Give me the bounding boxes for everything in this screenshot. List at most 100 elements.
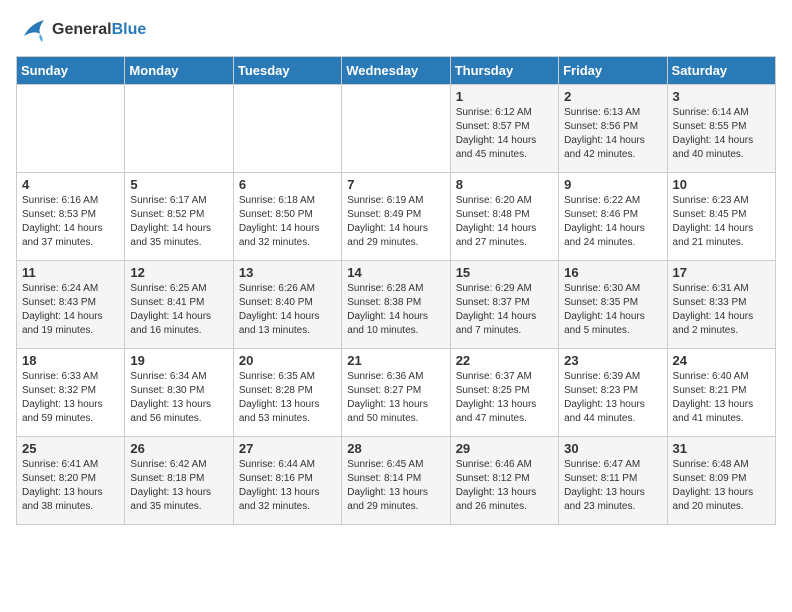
day-info: Sunrise: 6:40 AM Sunset: 8:21 PM Dayligh… [673,370,770,426]
calendar-cell: 2 Sunrise: 6:13 AM Sunset: 8:56 PM Daylig… [559,85,667,173]
day-number: 13 [239,265,336,280]
calendar-cell: 13 Sunrise: 6:26 AM Sunset: 8:40 PM Dayli… [233,261,341,349]
day-number: 15 [456,265,553,280]
day-info: Sunrise: 6:26 AM Sunset: 8:40 PM Dayligh… [239,282,336,338]
day-number: 21 [347,353,444,368]
day-number: 9 [564,177,661,192]
day-info: Sunrise: 6:25 AM Sunset: 8:41 PM Dayligh… [130,282,227,338]
day-number: 1 [456,89,553,104]
calendar-cell: 25 Sunrise: 6:41 AM Sunset: 8:20 PM Dayli… [17,437,125,525]
calendar-cell: 16 Sunrise: 6:30 AM Sunset: 8:35 PM Dayli… [559,261,667,349]
day-number: 5 [130,177,227,192]
day-number: 22 [456,353,553,368]
day-number: 18 [22,353,119,368]
logo-text: GeneralBlue [52,21,146,39]
calendar-cell: 26Sunrise: 6:42 AM Sunset: 8:18 PM Dayli… [125,437,233,525]
calendar-cell: 22 Sunrise: 6:37 AM Sunset: 8:25 PM Dayli… [450,349,558,437]
calendar-cell: 8 Sunrise: 6:20 AM Sunset: 8:48 PM Daylig… [450,173,558,261]
logo-icon [16,16,48,44]
day-info: Sunrise: 6:13 AM Sunset: 8:56 PM Dayligh… [564,106,661,162]
day-info: Sunrise: 6:22 AM Sunset: 8:46 PM Dayligh… [564,194,661,250]
day-number: 10 [673,177,770,192]
calendar-cell: 4 Sunrise: 6:16 AM Sunset: 8:53 PM Daylig… [17,173,125,261]
day-number: 12 [130,265,227,280]
header-thursday: Thursday [450,57,558,85]
calendar-cell: 31 Sunrise: 6:48 AM Sunset: 8:09 PM Dayli… [667,437,775,525]
day-info: Sunrise: 6:46 AM Sunset: 8:12 PM Dayligh… [456,458,553,514]
calendar-cell: 7Sunrise: 6:19 AM Sunset: 8:49 PM Daylig… [342,173,450,261]
day-number: 23 [564,353,661,368]
day-number: 24 [673,353,770,368]
calendar-cell: 21 Sunrise: 6:36 AM Sunset: 8:27 PM Dayli… [342,349,450,437]
day-info: Sunrise: 6:41 AM Sunset: 8:20 PM Dayligh… [22,458,119,514]
header-monday: Monday [125,57,233,85]
day-info: Sunrise: 6:48 AM Sunset: 8:09 PM Dayligh… [673,458,770,514]
calendar-cell: 19Sunrise: 6:34 AM Sunset: 8:30 PM Dayli… [125,349,233,437]
calendar-cell [233,85,341,173]
day-number: 29 [456,441,553,456]
calendar-cell: 27 Sunrise: 6:44 AM Sunset: 8:16 PM Dayli… [233,437,341,525]
calendar-cell: 11 Sunrise: 6:24 AM Sunset: 8:43 PM Dayli… [17,261,125,349]
logo: GeneralBlue [16,16,146,44]
calendar-cell: 10 Sunrise: 6:23 AM Sunset: 8:45 PM Dayli… [667,173,775,261]
day-number: 14 [347,265,444,280]
day-number: 16 [564,265,661,280]
calendar-cell [17,85,125,173]
day-number: 7 [347,177,444,192]
day-number: 17 [673,265,770,280]
day-number: 3 [673,89,770,104]
day-info: Sunrise: 6:42 AM Sunset: 8:18 PM Dayligh… [130,458,227,514]
day-number: 11 [22,265,119,280]
day-info: Sunrise: 6:24 AM Sunset: 8:43 PM Dayligh… [22,282,119,338]
day-info: Sunrise: 6:36 AM Sunset: 8:27 PM Dayligh… [347,370,444,426]
day-info: Sunrise: 6:20 AM Sunset: 8:48 PM Dayligh… [456,194,553,250]
header-friday: Friday [559,57,667,85]
week-row-3: 11 Sunrise: 6:24 AM Sunset: 8:43 PM Dayli… [17,261,776,349]
day-info: Sunrise: 6:23 AM Sunset: 8:45 PM Dayligh… [673,194,770,250]
calendar-cell: 14 Sunrise: 6:28 AM Sunset: 8:38 PM Dayli… [342,261,450,349]
day-info: Sunrise: 6:33 AM Sunset: 8:32 PM Dayligh… [22,370,119,426]
calendar-cell [342,85,450,173]
day-number: 30 [564,441,661,456]
week-row-1: 1 Sunrise: 6:12 AM Sunset: 8:57 PM Daylig… [17,85,776,173]
calendar-cell: 1 Sunrise: 6:12 AM Sunset: 8:57 PM Daylig… [450,85,558,173]
day-info: Sunrise: 6:16 AM Sunset: 8:53 PM Dayligh… [22,194,119,250]
day-number: 4 [22,177,119,192]
calendar-table: SundayMondayTuesdayWednesdayThursdayFrid… [16,56,776,525]
calendar-cell: 30 Sunrise: 6:47 AM Sunset: 8:11 PM Dayli… [559,437,667,525]
day-info: Sunrise: 6:47 AM Sunset: 8:11 PM Dayligh… [564,458,661,514]
day-number: 2 [564,89,661,104]
day-number: 28 [347,441,444,456]
header-tuesday: Tuesday [233,57,341,85]
calendar-cell: 29 Sunrise: 6:46 AM Sunset: 8:12 PM Dayli… [450,437,558,525]
day-info: Sunrise: 6:39 AM Sunset: 8:23 PM Dayligh… [564,370,661,426]
day-info: Sunrise: 6:35 AM Sunset: 8:28 PM Dayligh… [239,370,336,426]
calendar-cell: 5Sunrise: 6:17 AM Sunset: 8:52 PM Daylig… [125,173,233,261]
calendar-cell: 18 Sunrise: 6:33 AM Sunset: 8:32 PM Dayli… [17,349,125,437]
calendar-cell: 28 Sunrise: 6:45 AM Sunset: 8:14 PM Dayli… [342,437,450,525]
calendar-cell: 20Sunrise: 6:35 AM Sunset: 8:28 PM Dayli… [233,349,341,437]
header-wednesday: Wednesday [342,57,450,85]
calendar-cell [125,85,233,173]
week-row-5: 25 Sunrise: 6:41 AM Sunset: 8:20 PM Dayli… [17,437,776,525]
calendar-cell: 15 Sunrise: 6:29 AM Sunset: 8:37 PM Dayli… [450,261,558,349]
header-sunday: Sunday [17,57,125,85]
day-number: 8 [456,177,553,192]
day-info: Sunrise: 6:30 AM Sunset: 8:35 PM Dayligh… [564,282,661,338]
day-info: Sunrise: 6:31 AM Sunset: 8:33 PM Dayligh… [673,282,770,338]
day-number: 31 [673,441,770,456]
day-number: 25 [22,441,119,456]
day-info: Sunrise: 6:45 AM Sunset: 8:14 PM Dayligh… [347,458,444,514]
day-info: Sunrise: 6:12 AM Sunset: 8:57 PM Dayligh… [456,106,553,162]
day-info: Sunrise: 6:37 AM Sunset: 8:25 PM Dayligh… [456,370,553,426]
calendar-cell: 12 Sunrise: 6:25 AM Sunset: 8:41 PM Dayli… [125,261,233,349]
day-info: Sunrise: 6:29 AM Sunset: 8:37 PM Dayligh… [456,282,553,338]
calendar-cell: 3Sunrise: 6:14 AM Sunset: 8:55 PM Daylig… [667,85,775,173]
day-info: Sunrise: 6:44 AM Sunset: 8:16 PM Dayligh… [239,458,336,514]
day-info: Sunrise: 6:28 AM Sunset: 8:38 PM Dayligh… [347,282,444,338]
calendar-cell: 9 Sunrise: 6:22 AM Sunset: 8:46 PM Daylig… [559,173,667,261]
day-number: 27 [239,441,336,456]
week-row-4: 18 Sunrise: 6:33 AM Sunset: 8:32 PM Dayli… [17,349,776,437]
header-saturday: Saturday [667,57,775,85]
day-number: 6 [239,177,336,192]
